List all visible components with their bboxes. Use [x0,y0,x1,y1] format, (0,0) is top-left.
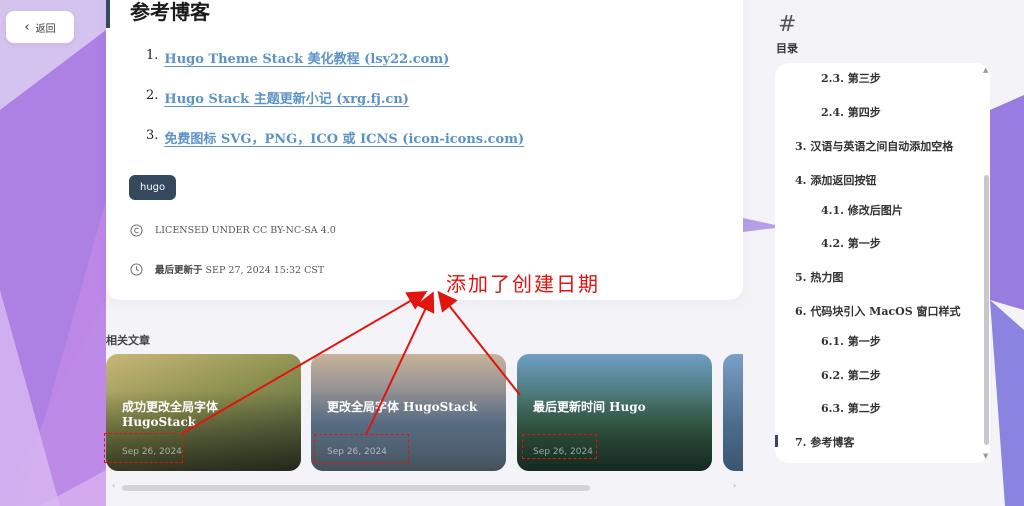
toc-title: 目录 [776,42,798,55]
horizontal-scrollbar[interactable] [122,485,590,491]
toc-item-3[interactable]: 3. 汉语与英语之间自动添加空格 [795,138,953,154]
toc-item-5[interactable]: 5. 热力图 [795,269,843,285]
table-of-contents [775,63,990,463]
toc-item-4-2[interactable]: 4.2. 第一步 [821,235,881,251]
scroll-left-arrow[interactable]: ‹ [112,481,115,490]
toc-item-6-3[interactable]: 6.3. 第二步 [821,400,881,416]
toc-scrollbar[interactable] [984,175,989,445]
toc-item-2-4[interactable]: 2.4. 第四步 [821,104,881,120]
hash-icon: # [778,12,797,37]
scroll-right-arrow[interactable]: › [733,481,736,490]
toc-item-6-2[interactable]: 6.2. 第二步 [821,367,881,383]
annotation-label: 添加了创建日期 [446,272,600,296]
scroll-down-arrow[interactable]: ▼ [983,452,988,460]
toc-item-6[interactable]: 6. 代码块引入 MacOS 窗口样式 [795,303,961,319]
toc-item-4-1[interactable]: 4.1. 修改后图片 [821,202,903,218]
toc-item-4[interactable]: 4. 添加返回按钮 [795,172,876,188]
toc-item-2-3[interactable]: 2.3. 第三步 [821,70,881,86]
scroll-up-arrow[interactable]: ▲ [983,66,988,74]
toc-item-7-active[interactable]: 7. 参考博客 [795,434,854,450]
toc-item-6-1[interactable]: 6.1. 第一步 [821,333,881,349]
toc-active-indicator [775,435,778,447]
